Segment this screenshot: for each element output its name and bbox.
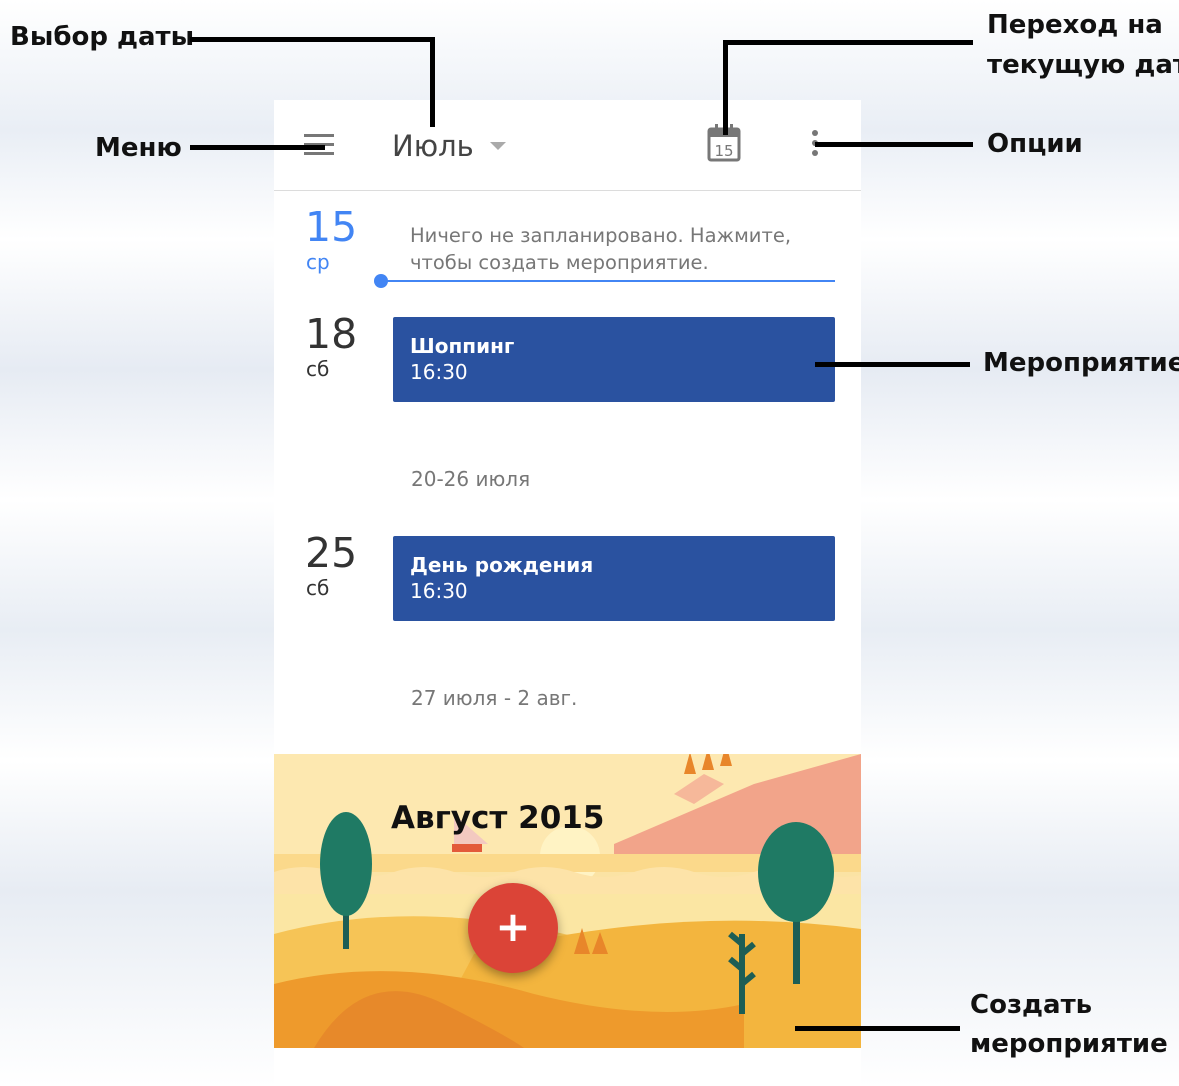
today-day-number: 15 [305, 203, 358, 251]
callout-create-2: мероприятие [970, 1029, 1168, 1059]
callout-event: Мероприятие [983, 348, 1179, 378]
callout-line [795, 1026, 960, 1031]
event-time: 16:30 [410, 579, 468, 603]
calendar-screen: Июль 15 15 ср Ничего не запланировано. Н… [274, 100, 861, 1086]
callout-menu: Меню [95, 133, 182, 163]
current-time-line [384, 280, 835, 282]
app-bar: Июль 15 [274, 100, 861, 191]
empty-day-prompt[interactable]: Ничего не запланировано. Нажмите, чтобы … [410, 222, 830, 276]
event-card-birthday[interactable]: День рождения 16:30 [393, 536, 835, 621]
month-banner-title: Август 2015 [391, 800, 605, 836]
empty-prompt-line-1: Ничего не запланировано. Нажмите, [410, 224, 792, 247]
dropdown-caret-icon[interactable] [490, 142, 506, 150]
callout-line [815, 362, 970, 367]
event-title: Шоппинг [410, 334, 515, 358]
event-title: День рождения [410, 553, 594, 577]
callout-go-to-today-1: Переход на [987, 10, 1163, 40]
day-number: 18 [305, 310, 358, 358]
month-banner: Август 2015 [274, 754, 861, 1048]
day-number: 25 [305, 529, 358, 577]
day-name: сб [306, 357, 330, 381]
callout-date-picker: Выбор даты [10, 22, 195, 52]
week-header: 20-26 июля [411, 467, 531, 491]
create-event-button[interactable]: + [468, 883, 558, 973]
today-icon-day: 15 [714, 142, 733, 160]
event-time: 16:30 [410, 360, 468, 384]
callout-go-to-today-2: текущую дату [987, 50, 1179, 80]
empty-prompt-line-2: чтобы создать мероприятие. [410, 251, 709, 274]
callout-options: Опции [987, 129, 1083, 159]
callout-line [190, 37, 434, 42]
current-time-dot [374, 274, 388, 288]
month-selector[interactable]: Июль [392, 126, 474, 166]
callout-line [430, 37, 435, 127]
event-card-shopping[interactable]: Шоппинг 16:30 [393, 317, 835, 402]
callout-line [723, 40, 728, 135]
callout-line [190, 145, 325, 150]
callout-create-1: Создать [970, 990, 1093, 1020]
today-day-name: ср [306, 250, 330, 274]
day-name: сб [306, 576, 330, 600]
week-header: 27 июля - 2 авг. [411, 686, 578, 710]
callout-line [815, 142, 973, 147]
callout-line [723, 40, 973, 45]
add-icon: + [495, 902, 531, 951]
